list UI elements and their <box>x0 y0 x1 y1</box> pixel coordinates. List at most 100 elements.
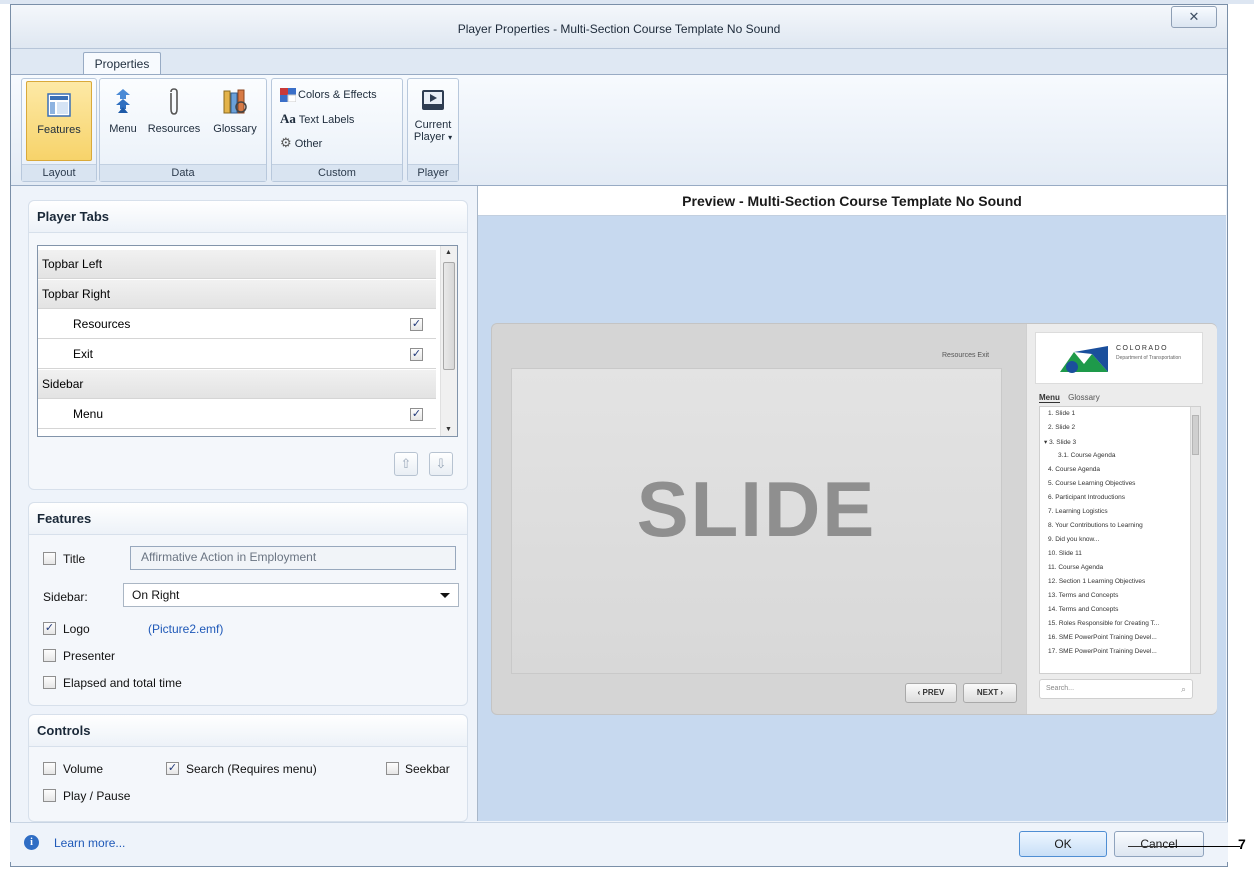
menu-item: 6. Participant Introductions <box>1048 494 1125 501</box>
features-button[interactable]: Features <box>26 81 92 161</box>
sidebar-search-placeholder: Search... <box>1046 685 1075 692</box>
gear-icon: ⚙ <box>280 135 292 150</box>
menu-item: 5. Course Learning Objectives <box>1048 480 1136 487</box>
resources-checkbox[interactable]: ✓ <box>410 318 423 331</box>
current-player-button[interactable]: Current Player ▾ <box>410 87 456 159</box>
row-label: Exit <box>73 347 94 361</box>
info-icon: i <box>24 835 39 850</box>
search-checkbox[interactable]: ✓ <box>166 762 179 775</box>
logo-subtitle: Department of Transportation <box>1116 355 1182 361</box>
title-label: Title <box>63 552 86 566</box>
title-checkbox[interactable] <box>43 552 56 565</box>
group-label-custom: Custom <box>272 164 402 181</box>
group-label-layout: Layout <box>22 164 96 181</box>
next-button: NEXT › <box>963 683 1017 703</box>
preview-pane: Preview - Multi-Section Course Template … <box>477 186 1226 821</box>
sidebar-menu-list: 1. Slide 1 2. Slide 2 ▾ 3. Slide 3 3.1. … <box>1039 406 1201 674</box>
menu-item: 10. Slide 11 <box>1048 550 1082 557</box>
sidebar-menu-scrollbar <box>1190 407 1200 673</box>
logo-checkbox[interactable]: ✓ <box>43 622 56 635</box>
menu-item: 12. Section 1 Learning Objectives <box>1048 578 1146 585</box>
menu-item: 3.1. Course Agenda <box>1058 452 1116 459</box>
cancel-button[interactable]: Cancel <box>1114 831 1204 857</box>
close-button[interactable]: ✕ <box>1171 6 1217 28</box>
row-label: Topbar Left <box>42 257 103 271</box>
list-row-topbar-left[interactable]: Topbar Left <box>38 250 436 279</box>
play-pause-checkbox[interactable] <box>43 789 56 802</box>
sidebar-tab-menu: Menu <box>1039 393 1060 403</box>
learn-more-link[interactable]: Learn more... <box>54 836 125 850</box>
player-tabs-heading: Player Tabs <box>29 201 467 233</box>
glossary-label: Glossary <box>213 123 257 135</box>
menu-item: 7. Learning Logistics <box>1048 508 1108 515</box>
menu-item: 9. Did you know... <box>1048 536 1100 543</box>
ribbon-group-player: Current Player ▾ Player <box>407 78 459 182</box>
logo-title: COLORADO <box>1116 345 1169 352</box>
colors-effects-label: Colors & Effects <box>298 89 377 101</box>
sidebar-label: Sidebar: <box>43 590 88 604</box>
presenter-label: Presenter <box>63 649 116 663</box>
colorado-logo-icon <box>1060 346 1108 373</box>
exit-checkbox[interactable]: ✓ <box>410 348 423 361</box>
menu-item: 11. Course Agenda <box>1048 564 1104 571</box>
list-row-topbar-right[interactable]: Topbar Right <box>38 280 436 309</box>
sidebar-select-value: On Right <box>132 588 180 602</box>
menu-item: 4. Course Agenda <box>1048 466 1101 473</box>
row-label: Menu <box>73 407 104 421</box>
menu-icon <box>116 89 130 113</box>
list-row-menu[interactable]: Menu ✓ <box>38 400 436 429</box>
menu-item: 1. Slide 1 <box>1048 410 1076 417</box>
text-labels-icon: Aa <box>280 111 296 126</box>
list-row-sidebar[interactable]: Sidebar <box>38 370 436 399</box>
sidebar-search-input: Search... ⌕ <box>1039 679 1193 699</box>
slide-area: SLIDE <box>511 368 1002 674</box>
list-row-exit[interactable]: Exit ✓ <box>38 340 436 369</box>
paperclip-icon <box>170 88 178 115</box>
list-row-resources[interactable]: Resources ✓ <box>38 310 436 339</box>
dialog-footer: i Learn more... OK Cancel <box>10 822 1228 862</box>
seekbar-checkbox[interactable] <box>386 762 399 775</box>
window-title: Player Properties - Multi-Section Course… <box>457 22 781 36</box>
player-tabs-list[interactable]: Topbar Left Topbar Right Resources ✓ Exi… <box>37 245 458 437</box>
ok-button[interactable]: OK <box>1019 831 1107 857</box>
logo-file-link[interactable]: (Picture2.emf) <box>148 622 223 636</box>
callout-line <box>1168 846 1240 847</box>
menu-item: 14. Terms and Concepts <box>1048 606 1119 613</box>
menu-button[interactable]: Menu <box>102 87 144 157</box>
player-preview: Resources Exit SLIDE ‹ PREV NEXT › COLOR… <box>491 323 1217 715</box>
menu-item: ▾ 3. Slide 3 <box>1044 439 1077 446</box>
callout-number: 7 <box>1238 836 1246 852</box>
colors-effects-button[interactable]: Colors & Effects <box>280 85 377 105</box>
elapsed-time-checkbox[interactable] <box>43 676 56 689</box>
other-button[interactable]: ⚙ Other <box>280 133 322 153</box>
player-dropdown-label: Player <box>413 131 446 143</box>
menu-item: 17. SME PowerPoint Training Devel... <box>1048 648 1157 655</box>
sidebar-scroll-thumb <box>1192 415 1199 455</box>
scroll-up-icon[interactable]: ▲ <box>445 249 452 256</box>
play-pause-label: Play / Pause <box>63 789 131 803</box>
volume-checkbox[interactable] <box>43 762 56 775</box>
sidebar-tab-glossary: Glossary <box>1068 393 1100 402</box>
title-input[interactable]: Affirmative Action in Employment <box>130 546 456 570</box>
text-labels-button[interactable]: Aa Text Labels <box>280 109 354 129</box>
resources-button[interactable]: Resources <box>144 87 204 157</box>
logo-label: Logo <box>63 622 90 636</box>
menu-item: 16. SME PowerPoint Training Devel... <box>1048 634 1157 641</box>
slide-placeholder-text: SLIDE <box>636 465 877 553</box>
scroll-thumb[interactable] <box>443 262 455 370</box>
sidebar-select[interactable]: On Right <box>123 583 459 607</box>
colors-icon <box>280 88 297 103</box>
seekbar-label: Seekbar <box>405 762 450 776</box>
menu-item: 8. Your Contributions to Learning <box>1048 522 1143 529</box>
menu-checkbox[interactable]: ✓ <box>410 408 423 421</box>
text-labels-label: Text Labels <box>298 114 355 126</box>
list-scrollbar[interactable]: ▲ ▼ <box>440 246 457 436</box>
search-label: Search (Requires menu) <box>186 762 317 776</box>
ribbon-group-custom: Colors & Effects Aa Text Labels ⚙ Other … <box>271 78 403 182</box>
glossary-button[interactable]: Glossary <box>206 87 264 157</box>
move-down-button[interactable]: ⇩ <box>429 452 453 476</box>
scroll-down-icon[interactable]: ▼ <box>445 426 452 433</box>
move-up-button[interactable]: ⇧ <box>394 452 418 476</box>
presenter-checkbox[interactable] <box>43 649 56 662</box>
tab-properties[interactable]: Properties <box>83 52 161 76</box>
